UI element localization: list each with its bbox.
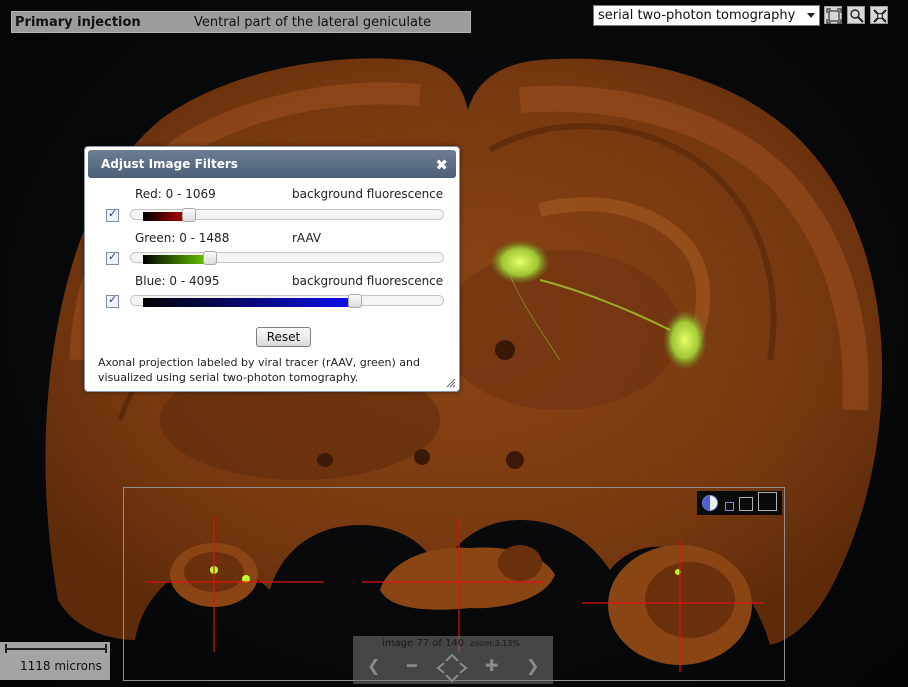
zoom-region-icon: [850, 9, 864, 23]
scale-line: [5, 648, 107, 650]
dialog-title: Adjust Image Filters: [101, 157, 238, 171]
pan-icon[interactable]: [436, 653, 468, 683]
check-icon: ✓: [108, 250, 118, 263]
modality-select[interactable]: serial two-photon tomography: [593, 5, 820, 26]
blue-channel-label: Blue: 0 - 4095: [135, 274, 220, 288]
blue-slider-handle[interactable]: [348, 294, 362, 308]
medium-square-icon[interactable]: [739, 497, 753, 511]
zoom-in-icon[interactable]: ✚: [485, 656, 498, 675]
next-image-icon[interactable]: ❯: [526, 656, 539, 675]
green-slider-handle[interactable]: [203, 251, 217, 265]
scale-tick-right: [105, 644, 107, 653]
image-viewer[interactable]: Primary injection Ventral part of the la…: [0, 0, 908, 687]
image-count: image 77 of 140: [382, 638, 465, 649]
small-square-icon[interactable]: [725, 502, 734, 511]
blue-channel-slider[interactable]: [130, 294, 444, 308]
blue-channel-desc: background fluorescence: [292, 274, 444, 288]
scale-tick-left: [5, 644, 7, 653]
settings-button[interactable]: [870, 6, 888, 24]
blue-channel-checkbox[interactable]: ✓: [106, 293, 119, 308]
info-label: Primary injection: [15, 15, 141, 30]
reset-button[interactable]: Reset: [256, 327, 311, 347]
info-value: Ventral part of the lateral geniculate: [194, 15, 432, 30]
prev-image-icon[interactable]: ❮: [367, 656, 380, 675]
injection-info-bar: Primary injection Ventral part of the la…: [11, 11, 471, 33]
green-channel-checkbox[interactable]: ✓: [106, 250, 119, 265]
dialog-header[interactable]: Adjust Image Filters ✖: [88, 150, 456, 178]
red-slider-handle[interactable]: [182, 208, 196, 222]
green-channel-fill: [143, 255, 210, 264]
zoom-region-button[interactable]: [847, 6, 865, 24]
red-channel-desc: background fluorescence: [292, 187, 444, 201]
contrast-icon[interactable]: [701, 494, 719, 512]
red-channel-checkbox[interactable]: ✓: [106, 207, 119, 222]
resize-grip-icon[interactable]: [446, 378, 456, 388]
green-channel-label: Green: 0 - 1488: [135, 231, 230, 245]
adjust-filters-dialog: Adjust Image Filters ✖ Red: 0 - 1069 bac…: [84, 146, 460, 392]
green-channel-slider[interactable]: [130, 251, 444, 265]
settings-icon: [873, 9, 887, 23]
modality-value: serial two-photon tomography: [598, 8, 796, 23]
fit-view-button[interactable]: [824, 6, 842, 24]
close-icon[interactable]: ✖: [435, 151, 448, 179]
zoom-level: zoom:3.13%: [470, 639, 520, 648]
blue-channel-fill: [143, 298, 355, 307]
scale-bar: 1118 microns: [0, 642, 110, 680]
chevron-down-icon: [807, 13, 815, 18]
fit-view-icon: [826, 8, 842, 24]
scale-text: 1118 microns: [20, 659, 102, 673]
red-channel-label: Red: 0 - 1069: [135, 187, 216, 201]
check-icon: ✓: [108, 207, 118, 220]
red-channel-slider[interactable]: [130, 208, 444, 222]
green-channel-desc: rAAV: [292, 231, 322, 245]
dialog-note: Axonal projection labeled by viral trace…: [98, 356, 420, 384]
large-square-icon[interactable]: [758, 492, 777, 511]
image-pager-panel: image 77 of 140 zoom:3.13% ❮ ━ ✚ ❯: [353, 636, 553, 684]
navigator-tools: [697, 491, 782, 515]
zoom-out-icon[interactable]: ━: [407, 656, 417, 675]
check-icon: ✓: [108, 293, 118, 306]
